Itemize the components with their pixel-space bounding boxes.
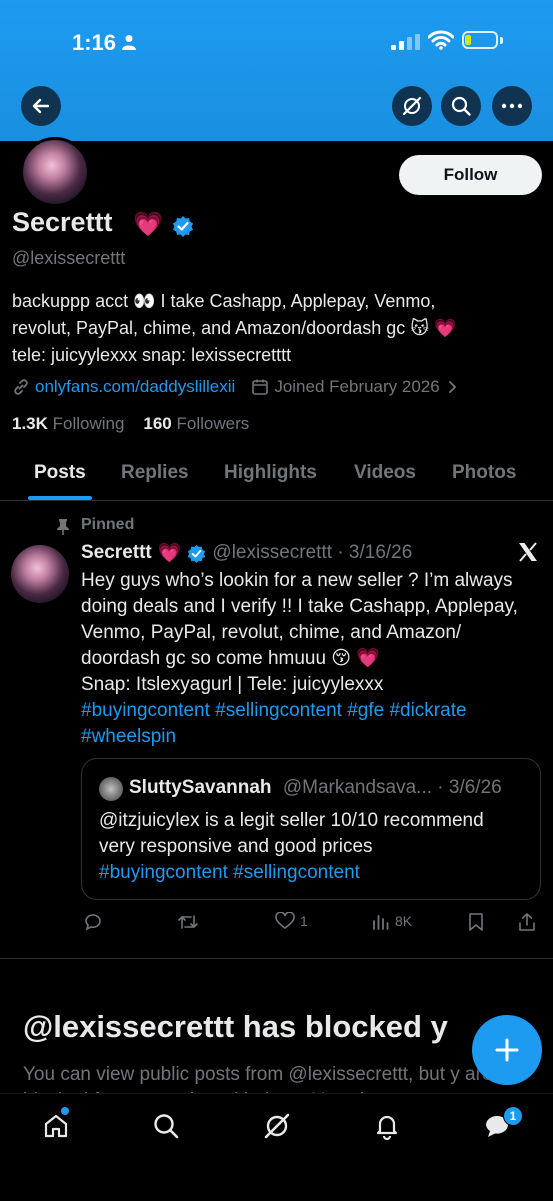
repost-icon — [178, 915, 198, 929]
view-count: 8K — [395, 913, 413, 929]
quote-line: @itzjuicylex is a legit seller 10/10 rec… — [99, 810, 484, 831]
post-avatar[interactable] — [11, 545, 69, 603]
chevron-right-icon — [448, 381, 456, 393]
quote-author-name: SluttySavannah — [129, 777, 272, 798]
like-count: 1 — [300, 913, 308, 929]
compose-post-button[interactable] — [472, 1015, 542, 1085]
post-author-name[interactable]: Secrettt — [81, 542, 152, 564]
battery-tip — [500, 37, 503, 44]
verified-badge-icon[interactable] — [172, 215, 194, 237]
profile-link[interactable]: onlyfans.com/daddyslillexii — [35, 377, 235, 397]
search-icon[interactable] — [152, 1112, 180, 1140]
wifi-icon — [428, 30, 454, 50]
quote-handle-date: @Markandsava... · 3/6/26 — [282, 777, 502, 798]
grok-button[interactable] — [392, 86, 432, 126]
profile-display-name: Secrettt — [12, 207, 113, 237]
home-unread-dot — [61, 1107, 69, 1115]
following-link[interactable]: 1.3K Following — [12, 414, 124, 433]
home-icon[interactable] — [42, 1112, 70, 1140]
blocked-title: @lexissecrettt has blocked y — [23, 1009, 448, 1044]
signal-icon — [391, 34, 420, 50]
follow-button[interactable]: Follow — [399, 155, 542, 195]
name-heart-emoji: 💗 — [133, 211, 163, 238]
blocked-text: You can view public posts from @lexissec… — [23, 1064, 493, 1094]
tab-photos[interactable]: Photos — [452, 462, 516, 484]
tab-replies[interactable]: Replies — [121, 462, 189, 484]
quote-line: very responsive and good prices — [99, 836, 373, 857]
profile-handle: @lexissecrettt — [12, 248, 126, 268]
bio-line: tele: juicyylexxx snap: lexissecretttt — [12, 345, 292, 365]
tab-highlights[interactable]: Highlights — [224, 462, 317, 484]
post-line: Snap: Itslexyagurl | Tele: juicyylexxx — [81, 674, 384, 695]
views-icon — [373, 915, 389, 930]
post-line: Venmo, PayPal, revolut, chime, and Amazo… — [81, 622, 462, 643]
share-icon — [519, 913, 535, 931]
post-header: Secrettt 💗 @lexissecrettt · 3/16/26 — [81, 541, 412, 565]
bookmark-icon — [469, 913, 483, 931]
more-dots-icon — [501, 103, 523, 109]
bell-icon[interactable] — [373, 1112, 401, 1140]
pin-icon — [57, 519, 69, 535]
reply-icon — [85, 914, 101, 931]
followers-label: Followers — [176, 414, 250, 433]
profile-avatar[interactable] — [20, 137, 90, 207]
repost-button[interactable] — [177, 912, 199, 932]
verified-badge-icon[interactable] — [187, 544, 206, 563]
profile-tabs: Posts Replies Highlights Videos Photos — [0, 452, 553, 501]
bookmark-button[interactable] — [468, 912, 484, 932]
grok-icon[interactable] — [263, 1112, 291, 1140]
following-count: 1.3K — [12, 414, 48, 433]
post-line: Hey guys who’s lookin for a new seller ?… — [81, 570, 513, 591]
post-author-emoji: 💗 — [157, 543, 182, 564]
bio-line: backuppp acct 👀 I take Cashapp, Applepay… — [12, 291, 436, 311]
share-button[interactable] — [518, 912, 536, 932]
section-divider — [0, 958, 553, 959]
like-button[interactable]: 1 — [275, 912, 308, 930]
status-time: 1:16 — [72, 30, 117, 55]
link-icon — [14, 379, 28, 395]
profile-meta-row: onlyfans.com/daddyslillexii Joined Febru… — [12, 377, 460, 397]
messages-badge: 1 — [503, 1106, 523, 1126]
search-icon — [451, 96, 471, 116]
tab-posts[interactable]: Posts — [34, 462, 86, 484]
joined-text: Joined February 2026 — [274, 377, 440, 396]
post-hashtags[interactable]: #wheelspin — [81, 724, 546, 750]
quote-hashtags[interactable]: #buyingcontent #sellingcontent — [99, 860, 529, 886]
post-line: doordash gc so come hmuuu 😚 💗 — [81, 648, 381, 669]
person-icon — [122, 35, 136, 50]
search-button[interactable] — [441, 86, 481, 126]
profile-bio: backuppp acct 👀 I take Cashapp, Applepay… — [12, 288, 532, 369]
bottom-navigation — [0, 1093, 553, 1201]
quote-avatar — [99, 777, 123, 801]
followers-link[interactable]: 160 Followers — [143, 414, 249, 433]
quote-text: @itzjuicylex is a legit seller 10/10 rec… — [99, 808, 529, 886]
post-handle-date: @lexissecrettt · 3/16/26 — [212, 542, 413, 563]
reply-button[interactable] — [83, 912, 103, 932]
calendar-icon — [252, 379, 269, 395]
plus-icon — [495, 1038, 519, 1062]
arrow-left-icon — [32, 98, 50, 114]
post-line: doing deals and I verify !! I take Casha… — [81, 596, 518, 617]
joined-date[interactable]: Joined February 2026 — [251, 377, 459, 397]
active-tab-indicator — [28, 496, 92, 500]
post-hashtags[interactable]: #buyingcontent #sellingcontent #gfe #dic… — [81, 698, 546, 724]
back-button[interactable] — [21, 86, 61, 126]
post-text: Hey guys who’s lookin for a new seller ?… — [81, 568, 546, 750]
follow-counts: 1.3K Following 160 Followers — [12, 414, 249, 434]
more-options-button[interactable] — [492, 86, 532, 126]
pinned-label: Pinned — [81, 516, 135, 533]
quote-header: SluttySavannah @Markandsava... · 3/6/26 — [129, 777, 502, 799]
views-button[interactable]: 8K — [372, 912, 412, 930]
tab-videos[interactable]: Videos — [354, 462, 416, 484]
battery-level — [465, 35, 471, 45]
followers-count: 160 — [143, 414, 172, 433]
grok-icon — [402, 96, 422, 116]
heart-icon — [275, 912, 295, 929]
following-label: Following — [52, 414, 125, 433]
x-logo-icon — [519, 542, 537, 562]
bio-line: revolut, PayPal, chime, and Amazon/doord… — [12, 318, 457, 338]
